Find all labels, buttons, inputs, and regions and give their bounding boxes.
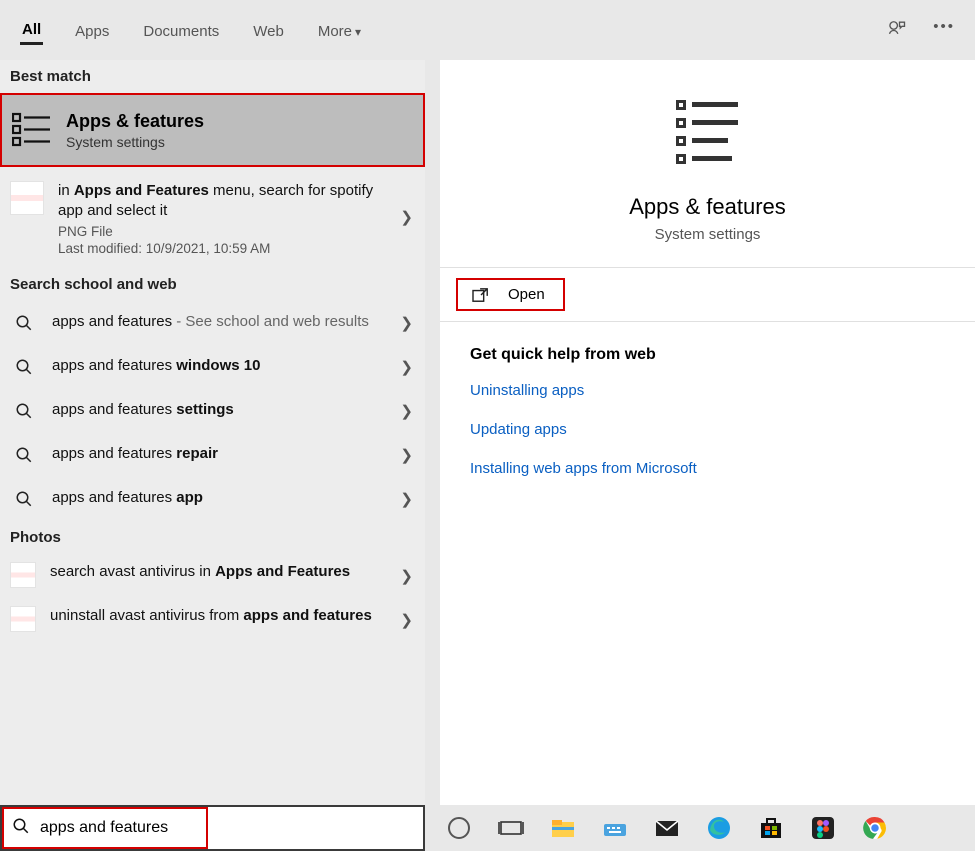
quick-help-link[interactable]: Updating apps	[470, 421, 945, 438]
chevron-right-icon[interactable]: ❯	[400, 402, 413, 420]
results-column: Best match Apps & features System settin…	[0, 60, 425, 805]
search-icon	[12, 817, 30, 839]
figma-icon[interactable]	[807, 812, 839, 844]
chevron-right-icon[interactable]: ❯	[400, 490, 413, 508]
tab-all[interactable]: All	[20, 15, 43, 45]
search-icon	[10, 446, 38, 464]
photo-thumbnail-icon	[10, 606, 36, 632]
quick-help-section: Get quick help from web Uninstalling app…	[440, 322, 975, 523]
search-input[interactable]	[40, 819, 400, 837]
chevron-right-icon[interactable]: ❯	[400, 208, 413, 226]
taskbar-row	[0, 805, 975, 851]
section-photos: Photos	[0, 521, 425, 554]
file-result[interactable]: in Apps and Features menu, search for sp…	[0, 167, 425, 268]
search-icon	[10, 490, 38, 508]
chevron-right-icon[interactable]: ❯	[400, 358, 413, 376]
photo-thumbnail-icon	[10, 562, 36, 588]
file-result-modified: Last modified: 10/9/2021, 10:59 AM	[58, 241, 389, 256]
quick-help-link[interactable]: Uninstalling apps	[470, 382, 945, 399]
preview-pane: Apps & features System settings Open Get…	[440, 60, 975, 805]
preview-subtitle: System settings	[655, 226, 761, 243]
open-button[interactable]: Open	[456, 278, 565, 311]
keyboard-icon[interactable]	[599, 812, 631, 844]
tab-web[interactable]: Web	[251, 17, 286, 44]
chevron-right-icon[interactable]: ❯	[400, 446, 413, 464]
photo-result-text: search avast antivirus in Apps and Featu…	[50, 562, 389, 582]
web-result[interactable]: apps and features - See school and web r…	[0, 301, 425, 345]
edge-icon[interactable]	[703, 812, 735, 844]
web-result[interactable]: apps and features app ❯	[0, 477, 425, 521]
cortana-icon[interactable]	[443, 812, 475, 844]
web-result-text: apps and features settings	[52, 400, 389, 420]
photo-result[interactable]: search avast antivirus in Apps and Featu…	[0, 554, 425, 598]
chevron-down-icon: ▾	[355, 25, 361, 39]
search-icon	[10, 402, 38, 420]
search-icon	[10, 314, 38, 332]
file-thumbnail-icon	[10, 181, 44, 215]
web-result[interactable]: apps and features repair ❯	[0, 433, 425, 477]
best-match-result[interactable]: Apps & features System settings	[0, 93, 425, 167]
photo-result[interactable]: uninstall avast antivirus from apps and …	[0, 598, 425, 642]
chevron-right-icon[interactable]: ❯	[400, 314, 413, 332]
web-result[interactable]: apps and features windows 10 ❯	[0, 345, 425, 389]
section-best-match: Best match	[0, 60, 425, 93]
taskbar	[425, 805, 975, 851]
preview-title: Apps & features	[629, 194, 786, 220]
task-view-icon[interactable]	[495, 812, 527, 844]
best-match-title: Apps & features	[66, 111, 204, 132]
search-box[interactable]	[0, 805, 425, 851]
file-explorer-icon[interactable]	[547, 812, 579, 844]
feedback-icon[interactable]	[887, 18, 907, 42]
best-match-subtitle: System settings	[66, 134, 204, 150]
more-options-icon[interactable]: •••	[933, 18, 955, 42]
microsoft-store-icon[interactable]	[755, 812, 787, 844]
quick-help-link[interactable]: Installing web apps from Microsoft	[470, 460, 945, 477]
web-result-text: apps and features - See school and web r…	[52, 312, 389, 332]
apps-features-icon	[666, 88, 750, 176]
section-search-web: Search school and web	[0, 268, 425, 301]
web-result[interactable]: apps and features settings ❯	[0, 389, 425, 433]
photo-result-text: uninstall avast antivirus from apps and …	[50, 606, 389, 626]
tab-documents[interactable]: Documents	[141, 17, 221, 44]
web-result-text: apps and features repair	[52, 444, 389, 464]
tab-more[interactable]: More▾	[316, 17, 363, 44]
search-icon	[10, 358, 38, 376]
chrome-icon[interactable]	[859, 812, 891, 844]
chevron-right-icon[interactable]: ❯	[400, 611, 413, 629]
open-icon	[472, 287, 490, 303]
tab-apps[interactable]: Apps	[73, 17, 111, 44]
web-result-text: apps and features app	[52, 488, 389, 508]
quick-help-heading: Get quick help from web	[470, 346, 945, 364]
chevron-right-icon[interactable]: ❯	[400, 567, 413, 585]
file-result-title: in Apps and Features menu, search for sp…	[58, 181, 389, 222]
file-result-type: PNG File	[58, 224, 389, 239]
apps-features-icon	[12, 111, 52, 149]
mail-icon[interactable]	[651, 812, 683, 844]
search-filter-tabs: All Apps Documents Web More▾ •••	[0, 0, 975, 60]
web-result-text: apps and features windows 10	[52, 356, 389, 376]
open-label: Open	[508, 286, 545, 303]
